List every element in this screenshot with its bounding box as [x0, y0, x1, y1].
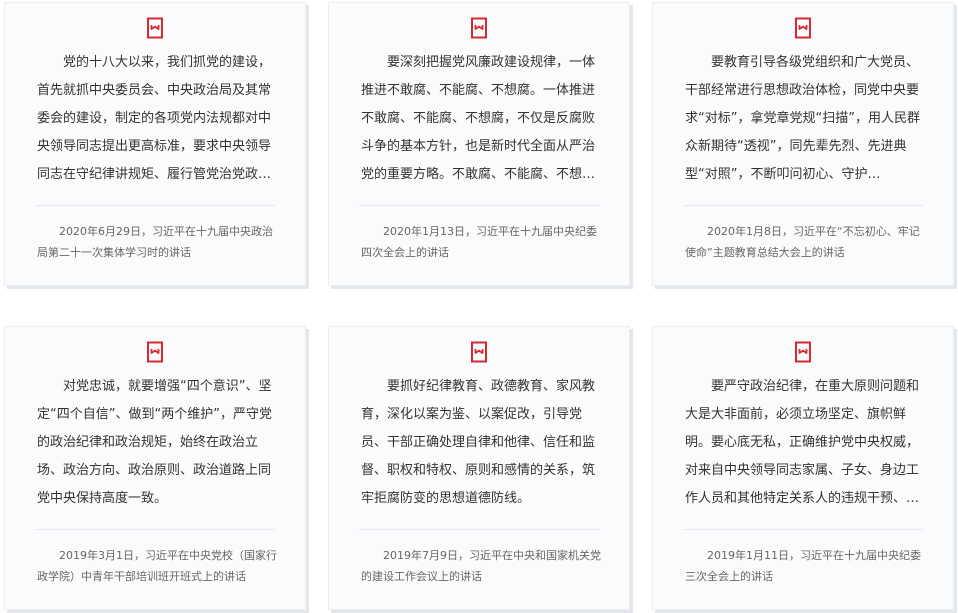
bookmark-icon	[795, 341, 811, 363]
divider	[35, 205, 275, 206]
quote-card[interactable]: 要严守政治纪律，在重大原则问题和大是大非面前，必须立场坚定、旗帜鲜明。要心底无私…	[652, 326, 954, 610]
divider	[359, 529, 599, 530]
quote-text: 要教育引导各级党组织和广大党员、干部经常进行思想政治体检，同党中央要求“对标”，…	[685, 55, 920, 182]
quote-source: 2020年6月29日，习近平在十九届中央政治局第二十一次集体学习时的讲话	[37, 225, 273, 259]
quote-source: 2020年1月8日，习近平在“不忘初心、牢记使命”主题教育总结大会上的讲话	[685, 225, 920, 259]
quote-source: 2020年1月13日，习近平在十九届中央纪委四次全会上的讲话	[361, 225, 597, 259]
quote-source: 2019年1月11日，习近平在十九届中央纪委三次全会上的讲话	[685, 549, 921, 583]
quote-text: 要严守政治纪律，在重大原则问题和大是大非面前，必须立场坚定、旗帜鲜明。要心底无私…	[685, 379, 920, 506]
divider	[359, 205, 599, 206]
quote-source: 2019年7月9日，习近平在中央和国家机关党的建设工作会议上的讲话	[361, 549, 601, 583]
quote-card[interactable]: 要教育引导各级党组织和广大党员、干部经常进行思想政治体检，同党中央要求“对标”，…	[652, 2, 954, 286]
divider	[683, 205, 923, 206]
bookmark-icon	[471, 341, 487, 363]
quote-card[interactable]: 党的十八大以来，我们抓党的建设，首先就抓中央委员会、中央政治局及其常委会的建设，…	[4, 2, 306, 286]
quote-source: 2019年3月1日，习近平在中央党校（国家行政学院）中青年干部培训班开班式上的讲…	[37, 549, 277, 583]
bookmark-icon	[795, 17, 811, 39]
divider	[35, 529, 275, 530]
bookmark-icon	[147, 17, 163, 39]
quote-text: 党的十八大以来，我们抓党的建设，首先就抓中央委员会、中央政治局及其常委会的建设，…	[37, 55, 272, 182]
divider	[683, 529, 923, 530]
bookmark-icon	[147, 341, 163, 363]
quote-card[interactable]: 要深刻把握党风廉政建设规律，一体推进不敢腐、不能腐、不想腐。一体推进不敢腐、不能…	[328, 2, 630, 286]
bookmark-icon	[471, 17, 487, 39]
quote-card[interactable]: 要抓好纪律教育、政德教育、家风教育，深化以案为鉴、以案促改，引导党员、干部正确处…	[328, 326, 630, 610]
quote-text: 要抓好纪律教育、政德教育、家风教育，深化以案为鉴、以案促改，引导党员、干部正确处…	[361, 379, 596, 506]
quote-text: 对党忠诚，就要增强“四个意识”、坚定“四个自信”、做到“两个维护”，严守党的政治…	[37, 379, 272, 506]
quote-card[interactable]: 对党忠诚，就要增强“四个意识”、坚定“四个自信”、做到“两个维护”，严守党的政治…	[4, 326, 306, 610]
quote-card-grid: 党的十八大以来，我们抓党的建设，首先就抓中央委员会、中央政治局及其常委会的建设，…	[0, 0, 958, 613]
quote-text: 要深刻把握党风廉政建设规律，一体推进不敢腐、不能腐、不想腐。一体推进不敢腐、不能…	[361, 55, 596, 182]
